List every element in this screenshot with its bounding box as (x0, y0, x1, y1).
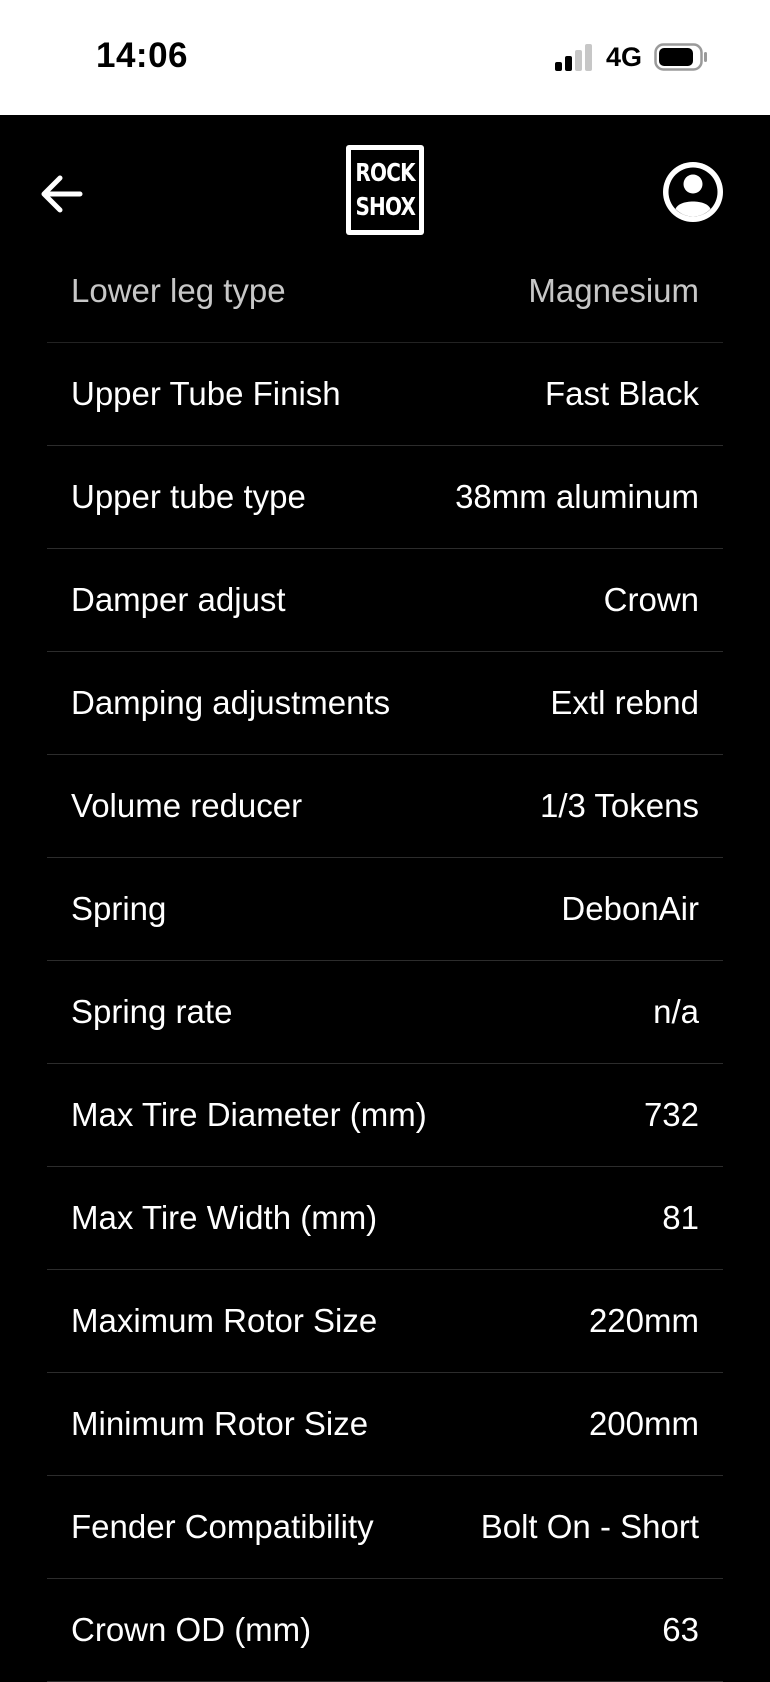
spec-value: 1/3 Tokens (539, 787, 699, 824)
spec-value: Magnesium (528, 272, 699, 309)
spec-row-max-tire-width: Max Tire Width (mm) 81 (47, 1167, 723, 1270)
spec-value: 38mm aluminum (455, 478, 699, 515)
spec-value: DebonAir (561, 890, 699, 927)
spec-label: Spring (71, 890, 167, 927)
spec-value: Bolt On - Short (480, 1508, 699, 1545)
spec-value: 81 (662, 1199, 699, 1236)
spec-label: Damping adjustments (71, 684, 391, 721)
spec-value: n/a (653, 993, 699, 1030)
spec-row-lower-leg-type: Lower leg type Magnesium (47, 240, 723, 343)
spec-row-max-tire-diameter: Max Tire Diameter (mm) 732 (47, 1064, 723, 1167)
logo-line-shox: SHOX (355, 192, 415, 221)
spec-label: Max Tire Width (mm) (71, 1199, 378, 1236)
spec-row-crown-od: Crown OD (mm) 63 (47, 1579, 723, 1682)
spec-row-minimum-rotor-size: Minimum Rotor Size 200mm (47, 1373, 723, 1476)
rockshox-logo: ROCK SHOX (346, 145, 424, 235)
spec-value: 63 (662, 1611, 699, 1648)
spec-label: Spring rate (71, 993, 233, 1030)
spec-label: Volume reducer (71, 787, 303, 824)
spec-value: Crown (603, 581, 699, 618)
spec-value: 200mm (588, 1405, 699, 1442)
cellular-signal-icon (554, 44, 592, 71)
logo-badge: ROCK SHOX (351, 150, 419, 230)
spec-row-damping-adjustments: Damping adjustments Extl rebnd (47, 652, 723, 755)
spec-row-fender-compatibility: Fender Compatibility Bolt On - Short (47, 1476, 723, 1579)
spec-label: Crown OD (mm) (71, 1611, 312, 1648)
logo-line-rock: ROCK (355, 158, 415, 187)
spec-value: 220mm (588, 1302, 699, 1339)
spec-list: Lower leg type Magnesium Upper Tube Fini… (47, 240, 723, 1682)
spec-label: Upper Tube Finish (71, 375, 341, 412)
spec-row-upper-tube-finish: Upper Tube Finish Fast Black (47, 343, 723, 446)
spec-label: Lower leg type (71, 272, 286, 309)
spec-row-upper-tube-type: Upper tube type 38mm aluminum (47, 446, 723, 549)
network-type: 4G (605, 41, 642, 72)
spec-row-damper-adjust: Damper adjust Crown (47, 549, 723, 652)
spec-row-maximum-rotor-size: Maximum Rotor Size 220mm (47, 1270, 723, 1373)
back-button[interactable] (36, 169, 86, 219)
arrow-left-icon (41, 175, 83, 213)
spec-value: Fast Black (544, 375, 699, 412)
battery-icon (654, 43, 707, 71)
spec-row-spring: Spring DebonAir (47, 858, 723, 961)
spec-label: Upper tube type (71, 478, 306, 515)
status-time: 14:06 (96, 36, 189, 75)
spec-value: 732 (643, 1096, 699, 1133)
spec-label: Max Tire Diameter (mm) (71, 1096, 427, 1133)
spec-row-volume-reducer: Volume reducer 1/3 Tokens (47, 755, 723, 858)
spec-value: Extl rebnd (550, 684, 699, 721)
status-indicators: 4G (554, 40, 708, 74)
status-bar: 14:06 4G (0, 0, 770, 115)
spec-label: Minimum Rotor Size (71, 1405, 369, 1442)
spec-label: Fender Compatibility (71, 1508, 374, 1545)
spec-label: Damper adjust (71, 581, 286, 618)
profile-button[interactable] (660, 159, 726, 225)
spec-row-spring-rate: Spring rate n/a (47, 961, 723, 1064)
user-circle-icon (663, 162, 723, 222)
spec-label: Maximum Rotor Size (71, 1302, 378, 1339)
